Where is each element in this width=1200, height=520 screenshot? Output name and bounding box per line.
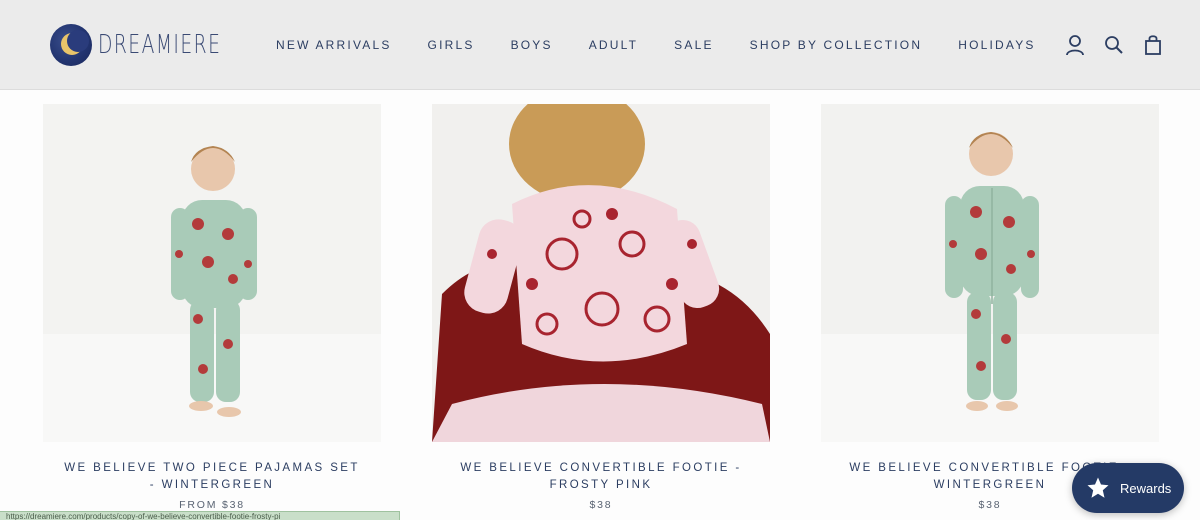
rewards-button[interactable]: Rewards	[1072, 463, 1184, 513]
product-card[interactable]: WE BELIEVE CONVERTIBLE FOOTIE - FROSTY P…	[432, 104, 770, 511]
moon-logo-icon	[50, 24, 92, 66]
main-nav: NEW ARRIVALS GIRLS BOYS ADULT SALE SHOP …	[258, 36, 1054, 54]
link-status-bar: https://dreamiere.com/products/copy-of-w…	[0, 511, 400, 520]
product-price: FROM $38	[179, 499, 245, 511]
brand-name: DREAMIERE	[98, 30, 222, 60]
nav-shop-by-collection[interactable]: SHOP BY COLLECTION	[732, 36, 941, 54]
product-title[interactable]: WE BELIEVE CONVERTIBLE FOOTIE - FROSTY P…	[432, 460, 770, 493]
nav-boys[interactable]: BOYS	[493, 36, 571, 54]
star-icon	[1087, 477, 1109, 498]
product-card[interactable]: WE BELIEVE TWO PIECE PAJAMAS SET - WINTE…	[43, 104, 381, 511]
nav-girls[interactable]: GIRLS	[410, 36, 493, 54]
header-icons	[1064, 33, 1164, 57]
product-image[interactable]	[432, 104, 770, 442]
brand-logo[interactable]: DREAMIERE	[50, 24, 269, 66]
product-info: WE BELIEVE CONVERTIBLE FOOTIE - FROSTY P…	[432, 442, 770, 511]
product-info: WE BELIEVE TWO PIECE PAJAMAS SET - WINTE…	[43, 442, 381, 511]
cart-icon[interactable]	[1142, 33, 1164, 57]
nav-new-arrivals[interactable]: NEW ARRIVALS	[258, 36, 410, 54]
site-header: DREAMIERE NEW ARRIVALS GIRLS BOYS ADULT …	[0, 0, 1200, 90]
nav-sale[interactable]: SALE	[656, 36, 732, 54]
product-card[interactable]: WE BELIEVE CONVERTIBLE FOOTIE - WINTERGR…	[821, 104, 1159, 511]
nav-holidays[interactable]: HOLIDAYS	[940, 36, 1053, 54]
product-title[interactable]: WE BELIEVE TWO PIECE PAJAMAS SET - WINTE…	[43, 460, 381, 493]
product-price: $38	[589, 499, 613, 511]
search-icon[interactable]	[1103, 33, 1125, 57]
account-icon[interactable]	[1064, 33, 1086, 57]
product-image[interactable]	[43, 104, 381, 442]
rewards-label: Rewards	[1120, 480, 1172, 496]
nav-adult[interactable]: ADULT	[571, 36, 656, 54]
product-image[interactable]	[821, 104, 1159, 442]
